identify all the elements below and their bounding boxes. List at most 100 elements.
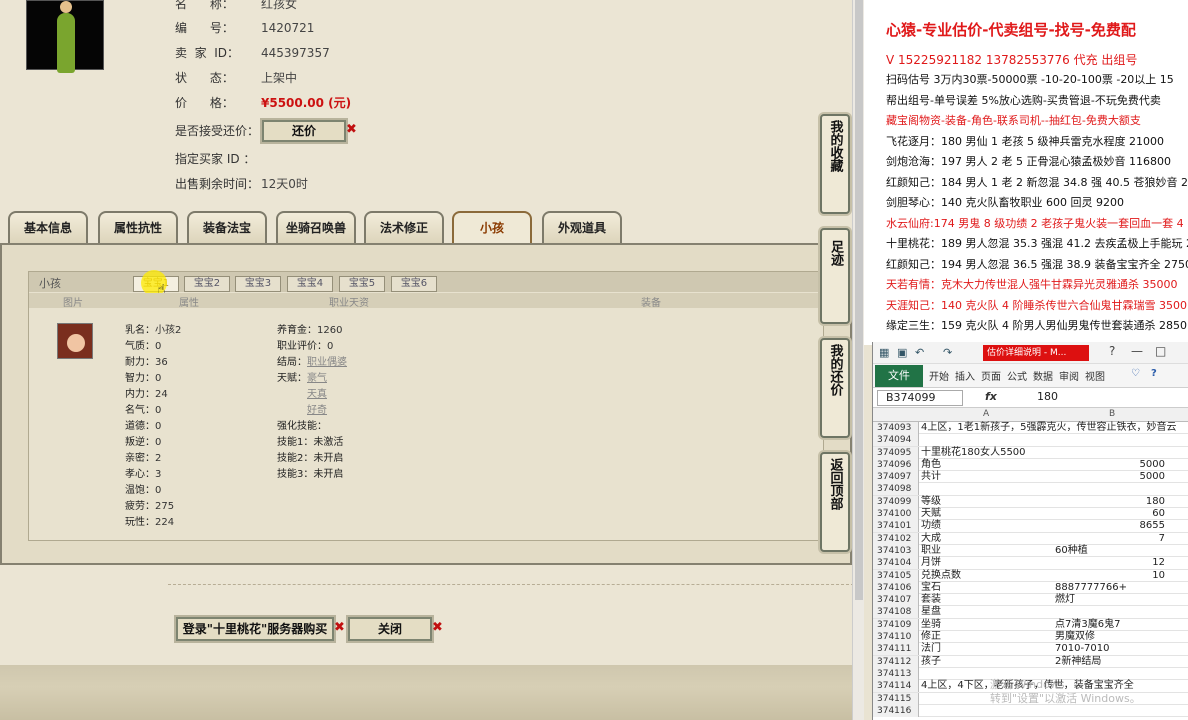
tab-baby-4[interactable]: 宝宝4 (287, 276, 333, 292)
sheet-row[interactable]: 374109 坐骑 点7清3魔6鬼7 (873, 618, 1188, 632)
cell-a[interactable]: 星盘 (921, 606, 941, 618)
cell-b[interactable]: 8655 (1055, 520, 1165, 532)
help-icon[interactable]: ? (1109, 344, 1115, 358)
cell-b[interactable]: 60种植 (1055, 545, 1165, 557)
favorites-button[interactable]: 我的收藏 (820, 114, 850, 214)
row-number[interactable]: 374108 (873, 606, 919, 619)
sheet-row[interactable]: 374103 职业 60种植 (873, 544, 1188, 558)
row-number[interactable]: 374099 (873, 495, 919, 508)
talent-link[interactable]: 豪气 (307, 373, 327, 384)
help-icon[interactable]: ? (1151, 368, 1157, 379)
sheet-row[interactable]: 374108 星盘 (873, 606, 1188, 619)
row-number[interactable]: 374097 (873, 471, 919, 484)
sheet-row[interactable]: 374102 大成 7 (873, 532, 1188, 545)
ribbon-tab[interactable]: 页面 (981, 368, 1001, 383)
undo-icon[interactable]: ↶ (915, 346, 924, 359)
sheet-row[interactable]: 374096 角色 5000 (873, 458, 1188, 472)
sheet-row[interactable]: 374097 共计 5000 (873, 471, 1188, 484)
cell-a[interactable]: 共计 (921, 471, 941, 483)
tab-spells[interactable]: 法术修正 (364, 211, 444, 243)
cell-b[interactable]: 7010-7010 (1055, 643, 1165, 655)
col-b-header[interactable]: B (1109, 409, 1115, 419)
sheet-row[interactable]: 374104 月饼 12 (873, 557, 1188, 570)
close-button[interactable]: 关闭 (348, 617, 432, 641)
row-number[interactable]: 374093 (873, 422, 919, 434)
row-number[interactable]: 374110 (873, 631, 919, 644)
tab-baby-5[interactable]: 宝宝5 (339, 276, 385, 292)
row-number[interactable]: 374094 (873, 434, 919, 447)
scrollbar-thumb[interactable] (855, 0, 863, 600)
sheet-row[interactable]: 374101 功绩 8655 (873, 520, 1188, 533)
sheet-row[interactable]: 374106 宝石 8887777766+ (873, 581, 1188, 595)
tab-child[interactable]: 小孩 (452, 211, 532, 243)
row-number[interactable]: 374100 (873, 508, 919, 521)
cell-a[interactable]: 4上区，1老1新孩子，5强霹克火，传世容止铁衣，妙音云 (921, 422, 1176, 434)
footprint-button[interactable]: 足迹 (820, 228, 850, 324)
sheet-row[interactable]: 374116 (873, 704, 1188, 718)
row-number[interactable]: 374111 (873, 643, 919, 656)
cell-b[interactable]: 5000 (1055, 459, 1165, 471)
file-tab[interactable]: 文件 (875, 365, 923, 387)
row-number[interactable]: 374116 (873, 704, 919, 717)
bargain-button[interactable]: 还价 (262, 120, 346, 142)
row-number[interactable]: 374096 (873, 458, 919, 471)
row-number[interactable]: 374105 (873, 569, 919, 582)
row-number[interactable]: 374101 (873, 520, 919, 533)
cell-b[interactable]: 2新神结局 (1055, 656, 1165, 668)
sheet-row[interactable]: 374105 兑换点数 10 (873, 569, 1188, 582)
ribbon-tab[interactable]: 公式 (1007, 368, 1027, 383)
cell-b[interactable]: 男魔双修 (1055, 631, 1165, 643)
my-offers-button[interactable]: 我的还价 (820, 338, 850, 438)
cell-a[interactable]: 大成 (921, 533, 941, 545)
col-a-header[interactable]: A (983, 409, 989, 419)
minimize-icon[interactable]: — (1131, 344, 1143, 358)
row-number[interactable]: 374106 (873, 581, 919, 594)
sheet-row[interactable]: 374100 天赋 60 (873, 508, 1188, 521)
fx-icon[interactable]: fx (985, 390, 997, 403)
talent-link[interactable]: 天真 (307, 389, 327, 400)
cell-a[interactable]: 套装 (921, 594, 941, 606)
sheet-row[interactable]: 374110 修正 男魔双修 (873, 631, 1188, 644)
row-number[interactable]: 374107 (873, 594, 919, 607)
save-icon[interactable]: ▣ (897, 346, 907, 359)
cell-b[interactable]: 7 (1055, 533, 1165, 545)
ending-link[interactable]: 职业偶婆 (307, 357, 347, 368)
tab-mounts[interactable]: 坐骑召唤兽 (276, 211, 356, 243)
talent-link[interactable]: 好奇 (307, 405, 327, 416)
cell-a[interactable]: 功绩 (921, 520, 941, 532)
cell-b[interactable]: 5000 (1055, 471, 1165, 483)
row-number[interactable]: 374114 (873, 680, 919, 693)
tab-equipment[interactable]: 装备法宝 (187, 211, 267, 243)
tab-baby-3[interactable]: 宝宝3 (235, 276, 281, 292)
cell-b[interactable]: 10 (1055, 570, 1165, 582)
cell-a[interactable]: 坐骑 (921, 619, 941, 631)
tab-basic[interactable]: 基本信息 (8, 211, 88, 243)
cell-a[interactable]: 十里桃花180女人5500 (921, 447, 1026, 459)
page-scrollbar[interactable] (852, 0, 864, 720)
cell-b[interactable]: 60 (1055, 508, 1165, 520)
ribbon-tab[interactable]: 审阅 (1059, 368, 1079, 383)
ribbon-tab[interactable]: 视图 (1085, 368, 1105, 383)
sheet-row[interactable]: 374107 套装 燃灯 (873, 594, 1188, 607)
row-number[interactable]: 374115 (873, 692, 919, 705)
login-buy-button[interactable]: 登录"十里桃花"服务器购买 (176, 617, 334, 641)
ribbon-tab[interactable]: 插入 (955, 368, 975, 383)
name-box[interactable]: B374099 (877, 390, 963, 406)
excel-icon[interactable]: ▦ (879, 346, 889, 359)
cell-a[interactable]: 月饼 (921, 557, 941, 569)
back-to-top-button[interactable]: 返回顶部 (820, 452, 850, 552)
cell-a[interactable]: 法门 (921, 643, 941, 655)
row-number[interactable]: 374102 (873, 532, 919, 545)
cell-a[interactable]: 孩子 (921, 656, 941, 668)
sheet-row[interactable]: 374094 (873, 434, 1188, 447)
row-number[interactable]: 374103 (873, 544, 919, 557)
ribbon-tab[interactable]: 数据 (1033, 368, 1053, 383)
cell-b[interactable]: 点7清3魔6鬼7 (1055, 619, 1165, 631)
cell-a[interactable]: 角色 (921, 459, 941, 471)
row-number[interactable]: 374109 (873, 618, 919, 631)
sheet-row[interactable]: 374099 等级 180 (873, 495, 1188, 509)
cell-a[interactable]: 天赋 (921, 508, 941, 520)
sheet-row[interactable]: 374098 (873, 483, 1188, 496)
cell-b[interactable]: 8887777766+ (1055, 582, 1165, 594)
maximize-icon[interactable]: □ (1155, 344, 1166, 358)
